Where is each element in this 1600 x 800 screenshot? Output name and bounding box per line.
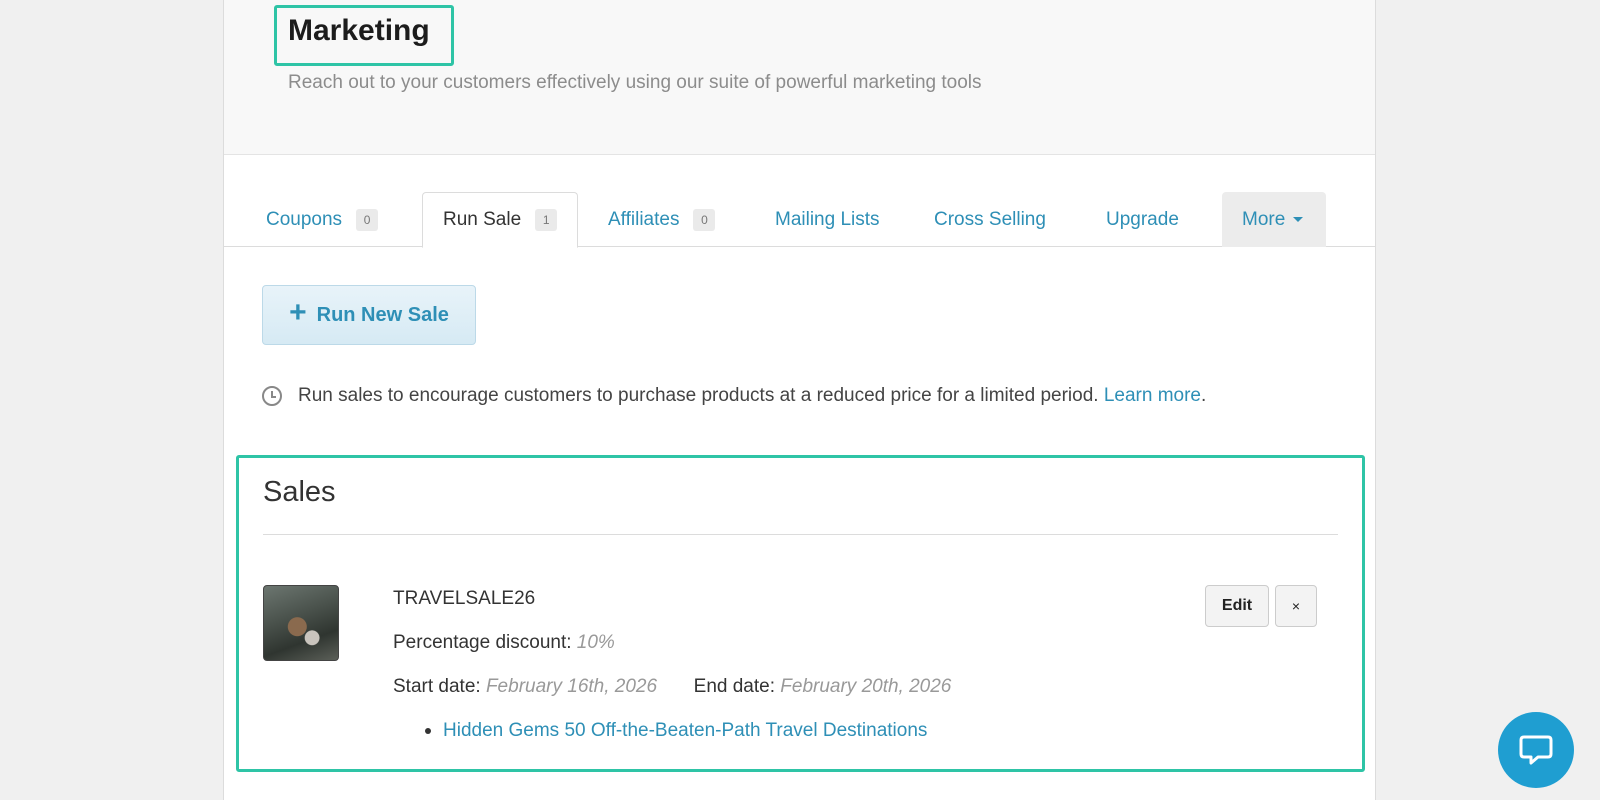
- info-text: Run sales to encourage customers to purc…: [298, 385, 1099, 406]
- product-link[interactable]: Hidden Gems 50 Off-the-Beaten-Path Trave…: [443, 720, 927, 742]
- run-new-sale-label: Run New Sale: [316, 303, 449, 326]
- discount-row: Percentage discount: 10%: [393, 632, 615, 654]
- delete-button[interactable]: ×: [1275, 585, 1317, 627]
- tab-label: Affiliates: [608, 208, 680, 230]
- clock-icon: [262, 386, 282, 406]
- tab-label: Upgrade: [1106, 208, 1179, 230]
- tab-more-dropdown[interactable]: More: [1222, 192, 1326, 247]
- tab-bar: Coupons 0 Run Sale 1 Affiliates 0 Mailin…: [224, 192, 1375, 248]
- count-badge: 0: [356, 208, 379, 231]
- product-thumbnail: [263, 585, 339, 661]
- product-list-item: Hidden Gems 50 Off-the-Beaten-Path Trave…: [425, 720, 927, 742]
- chat-bubble-icon: [1519, 735, 1553, 765]
- sales-heading: Sales: [263, 476, 336, 508]
- sale-code: TRAVELSALE26: [393, 588, 536, 609]
- start-date-label: Start date:: [393, 676, 481, 697]
- count-badge: 1: [535, 209, 558, 231]
- tab-label: Coupons: [266, 208, 343, 230]
- tab-run-sale[interactable]: Run Sale 1: [422, 192, 579, 248]
- info-message: Run sales to encourage customers to purc…: [262, 385, 1206, 407]
- tab-mailing-lists[interactable]: Mailing Lists: [755, 192, 900, 247]
- main-page: Marketing Reach out to your customers ef…: [223, 0, 1376, 800]
- info-text-row: Run sales to encourage customers to purc…: [298, 385, 1206, 407]
- page-subtitle: Reach out to your customers effectively …: [288, 72, 982, 93]
- page-header: Marketing Reach out to your customers ef…: [224, 0, 1375, 155]
- bullet-icon: [425, 728, 431, 734]
- sales-panel: Sales TRAVELSALE26 Percentage discount: …: [236, 455, 1365, 772]
- tab-upgrade[interactable]: Upgrade: [1086, 192, 1199, 247]
- tab-coupons[interactable]: Coupons 0: [246, 192, 398, 247]
- count-badge: 0: [693, 208, 716, 231]
- end-date-value: February 20th, 2026: [780, 676, 952, 697]
- caret-down-icon: [1293, 217, 1304, 222]
- tab-label: Mailing Lists: [775, 208, 880, 230]
- run-new-sale-button[interactable]: + Run New Sale: [262, 285, 476, 345]
- edit-button[interactable]: Edit: [1205, 585, 1269, 627]
- dates-row: Start date: February 16th, 2026 End date…: [393, 676, 951, 698]
- tab-cross-selling[interactable]: Cross Selling: [914, 192, 1066, 247]
- tab-label: Run Sale: [443, 209, 522, 230]
- learn-more-link[interactable]: Learn more: [1104, 385, 1201, 406]
- page-title: Marketing: [288, 14, 430, 47]
- discount-value: 10%: [576, 632, 615, 653]
- divider: [263, 534, 1338, 535]
- tab-affiliates[interactable]: Affiliates 0: [588, 192, 735, 247]
- start-date-value: February 16th, 2026: [485, 676, 658, 697]
- tab-label: More: [1242, 208, 1286, 230]
- end-date-label: End date:: [693, 676, 775, 697]
- tab-label: Cross Selling: [934, 208, 1046, 230]
- discount-label: Percentage discount:: [393, 632, 572, 653]
- chat-support-button[interactable]: [1498, 712, 1574, 788]
- plus-icon: +: [289, 296, 307, 329]
- info-suffix: .: [1201, 385, 1207, 406]
